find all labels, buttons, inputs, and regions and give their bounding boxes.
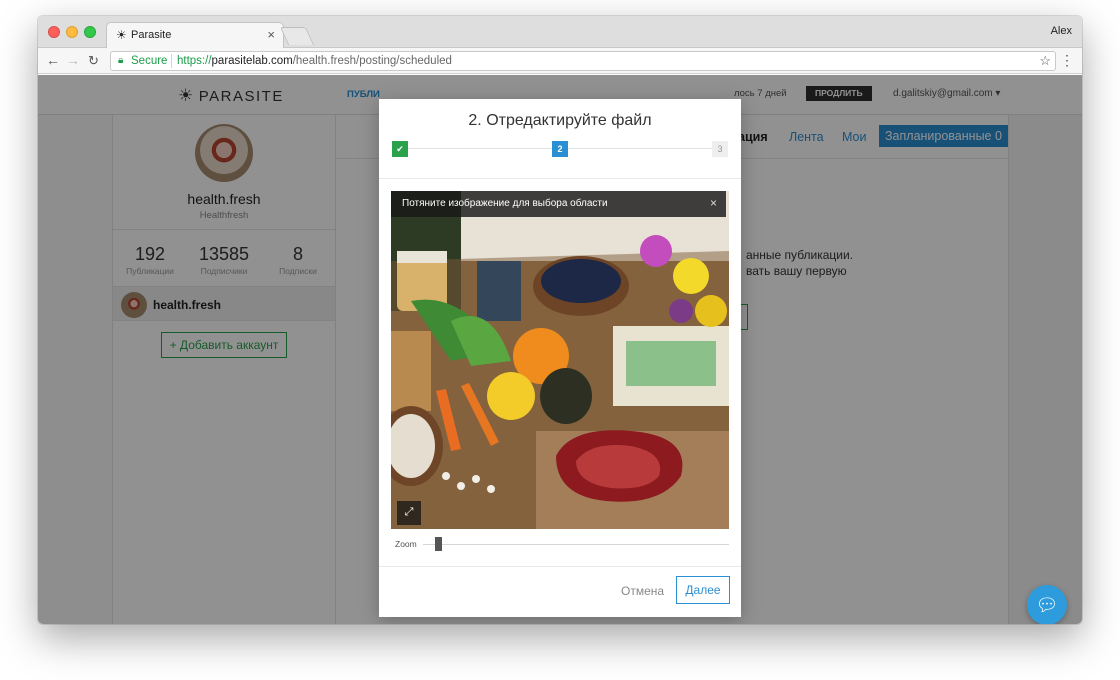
tab-close-icon[interactable]: × [267, 27, 275, 42]
maximize-window-button[interactable] [84, 26, 96, 38]
step-1-check-icon[interactable]: ✔ [392, 141, 408, 157]
next-button[interactable]: Далее [676, 576, 730, 604]
stepper: ✔ 2 3 [392, 141, 728, 157]
divider [379, 566, 741, 567]
crop-hint-text: Потяните изображение для выбора области [402, 198, 608, 209]
secure-label: Secure [131, 55, 168, 67]
address-bar[interactable]: 🔒︎ Secure https://parasitelab.com/health… [110, 51, 1056, 71]
food-photo [391, 191, 729, 529]
close-window-button[interactable] [48, 26, 60, 38]
minimize-window-button[interactable] [66, 26, 78, 38]
crop-hint-bar: Потяните изображение для выбора области … [391, 191, 726, 217]
reload-icon[interactable]: ↻ [88, 53, 99, 69]
browser-user-name[interactable]: Alex [1051, 25, 1072, 37]
browser-tab[interactable]: ☀ Parasite × [106, 22, 284, 48]
close-icon[interactable]: × [710, 196, 717, 210]
sun-logo-icon: ☀ [116, 28, 127, 42]
zoom-control: Zoom [395, 536, 729, 552]
divider [379, 178, 741, 179]
lock-icon: 🔒︎ [118, 55, 124, 66]
url-scheme: https:// [177, 55, 212, 67]
chat-icon[interactable]: 💬︎ [1027, 585, 1067, 624]
new-tab-button[interactable] [279, 27, 315, 45]
star-icon[interactable]: ☆ [1039, 53, 1051, 69]
step-2[interactable]: 2 [552, 141, 568, 157]
modal-title: 2. Отредактируйте файл [468, 112, 652, 129]
zoom-slider[interactable] [423, 544, 729, 545]
title-bar: ☀ Parasite × Alex [38, 16, 1082, 48]
browser-toolbar: ← → ↻ 🔒︎ Secure https://parasitelab.com/… [38, 48, 1082, 74]
zoom-label: Zoom [395, 539, 417, 549]
zoom-slider-thumb[interactable] [435, 537, 443, 551]
crop-image-area[interactable]: Потяните изображение для выбора области … [391, 191, 729, 529]
forward-arrow-icon[interactable]: → [66, 52, 80, 68]
step-3[interactable]: 3 [712, 141, 728, 157]
url-path: /health.fresh/posting/scheduled [292, 55, 452, 67]
url-host: parasitelab.com [211, 55, 293, 67]
expand-icon[interactable]: ⤢ [397, 501, 421, 525]
cancel-button[interactable]: Отмена [621, 584, 664, 598]
browser-window: ☀ Parasite × Alex ← → ↻ 🔒︎ Secure https:… [38, 16, 1082, 624]
page-viewport: ☀ PARASITE ПУБЛИ лось 7 дней ПРОДЛИТЬ d.g… [38, 75, 1082, 624]
back-arrow-icon[interactable]: ← [46, 52, 60, 68]
url-text[interactable]: https://parasitelab.com/health.fresh/pos… [177, 55, 452, 67]
url-separator [171, 54, 172, 68]
menu-dots-icon[interactable]: ⋮ [1060, 52, 1074, 69]
edit-file-modal: 2. Отредактируйте файл ✔ 2 3 Потяните из… [379, 99, 741, 617]
tab-title: Parasite [131, 29, 172, 41]
